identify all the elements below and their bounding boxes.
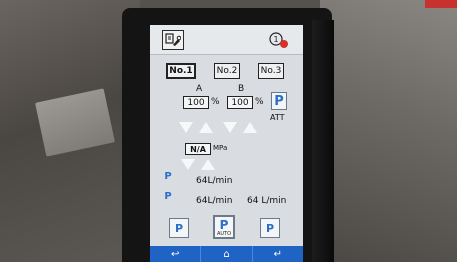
tab-no1[interactable]: No.1 bbox=[166, 63, 196, 79]
mode-auto-button[interactable]: P AUTO bbox=[213, 215, 235, 239]
back-icon: ↩ bbox=[170, 248, 180, 260]
background-accent bbox=[425, 0, 457, 8]
att-pump-button[interactable]: P bbox=[271, 92, 287, 110]
home-icon: ⌂ bbox=[223, 248, 230, 260]
channel-b-increase-button[interactable] bbox=[243, 122, 257, 133]
channel-b-value-field[interactable]: 100 bbox=[227, 96, 253, 109]
flow-2-p-icon: P bbox=[164, 191, 172, 202]
home-button[interactable]: ⌂ bbox=[201, 246, 253, 262]
bottom-nav-bar: ↩ ⌂ ↵ bbox=[150, 246, 303, 262]
top-bar: 1 bbox=[150, 25, 303, 55]
pressure-decrease-button[interactable] bbox=[181, 159, 195, 170]
mode-left-p-icon: P bbox=[174, 221, 184, 235]
att-label: ATT bbox=[270, 113, 285, 122]
mode-auto-p-icon: P bbox=[219, 218, 229, 232]
pressure-unit: MPa bbox=[213, 144, 228, 152]
pressure-value-field[interactable]: N/A bbox=[185, 143, 211, 155]
wrench-settings-icon[interactable] bbox=[162, 30, 184, 50]
channel-a-decrease-button[interactable] bbox=[179, 122, 193, 133]
channel-a-increase-button[interactable] bbox=[199, 122, 213, 133]
background-paper-print bbox=[45, 108, 99, 119]
tab-no2[interactable]: No.2 bbox=[214, 63, 240, 79]
mode-auto-label: AUTO bbox=[216, 231, 232, 237]
pressure-increase-button[interactable] bbox=[201, 159, 215, 170]
device-bezel-side bbox=[312, 20, 334, 262]
svg-text:1: 1 bbox=[273, 35, 278, 44]
mode-right-button[interactable]: P bbox=[260, 218, 280, 238]
channel-a-label: A bbox=[196, 84, 203, 94]
channel-b-unit: % bbox=[255, 97, 264, 107]
channel-a-unit: % bbox=[211, 97, 220, 107]
back-button[interactable]: ↩ bbox=[150, 246, 202, 262]
flow-2-icon: P bbox=[160, 191, 176, 207]
wrench-settings-glyph bbox=[165, 33, 181, 46]
tab-no3[interactable]: No.3 bbox=[258, 63, 284, 79]
flow-3-value: 64 L/min bbox=[247, 196, 287, 206]
alarm-indicator-dot bbox=[280, 40, 288, 48]
channel-b-label: B bbox=[238, 84, 245, 94]
flow-2-value: 64L/min bbox=[196, 196, 233, 206]
channel-b-decrease-button[interactable] bbox=[223, 122, 237, 133]
enter-icon: ↵ bbox=[273, 248, 283, 260]
channel-a-value-field[interactable]: 100 bbox=[183, 96, 209, 109]
background-right bbox=[320, 0, 457, 262]
enter-button[interactable]: ↵ bbox=[253, 246, 303, 262]
flow-1-p-icon: P bbox=[164, 171, 172, 182]
flow-1-icon: P bbox=[160, 171, 176, 187]
touch-screen: 1 No.1 No.2 No.3 A B 100 % 100 % P ATT N… bbox=[150, 25, 303, 262]
mode-left-button[interactable]: P bbox=[169, 218, 189, 238]
mode-right-p-icon: P bbox=[265, 221, 275, 235]
flow-1-value: 64L/min bbox=[196, 176, 233, 186]
pump-p-icon: P bbox=[274, 93, 284, 109]
